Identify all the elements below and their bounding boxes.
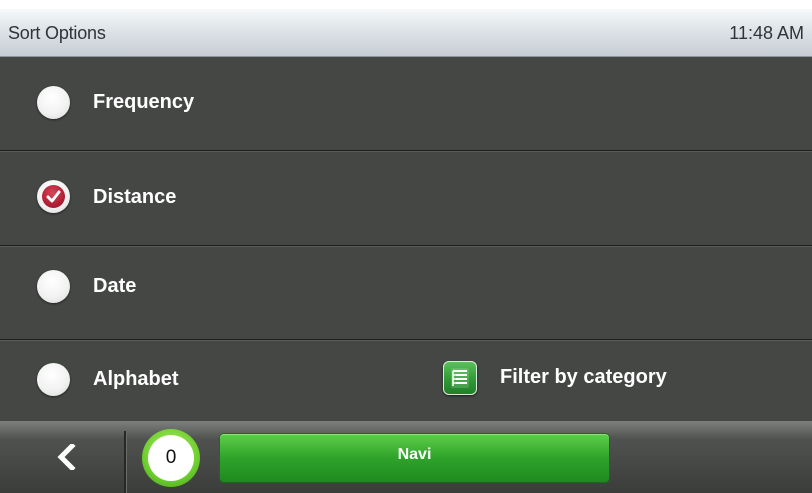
back-button[interactable] — [40, 429, 100, 485]
bottom-bar: 0 Navi — [0, 421, 812, 493]
filter-by-category-button[interactable]: Filter by category — [443, 361, 743, 421]
option-date[interactable]: Date — [0, 246, 812, 340]
counter-value: 0 — [148, 435, 194, 481]
option-label: Distance — [93, 186, 177, 208]
option-label: Frequency — [93, 91, 195, 113]
sort-options-list: Frequency Distance Date Alphabet Filter … — [0, 57, 812, 421]
option-alphabet-row: Alphabet Filter by category — [0, 341, 812, 421]
radio-button-icon[interactable] — [37, 363, 70, 396]
option-frequency[interactable]: Frequency — [0, 57, 812, 151]
navi-button[interactable]: Navi — [220, 434, 609, 482]
navi-label: Navi — [397, 446, 432, 463]
sort-options-screen: Sort Options 11:48 AM Frequency Distance… — [0, 0, 812, 493]
clock: 11:48 AM — [729, 23, 804, 43]
radio-button-icon[interactable] — [37, 86, 70, 119]
radio-checked-icon[interactable] — [37, 180, 70, 213]
option-label[interactable]: Alphabet — [93, 368, 179, 391]
option-label: Date — [93, 275, 137, 297]
bottom-bar-divider — [124, 431, 126, 493]
filter-by-category-label: Filter by category — [500, 366, 667, 388]
chevron-left-icon — [57, 444, 76, 470]
option-distance[interactable]: Distance — [0, 152, 812, 246]
page-title: Sort Options — [8, 23, 106, 43]
counter-badge[interactable]: 0 — [142, 429, 200, 487]
category-list-icon — [443, 361, 477, 395]
checkmark-icon — [42, 185, 65, 208]
header-bar: Sort Options 11:48 AM — [0, 9, 812, 57]
radio-button-icon[interactable] — [37, 270, 70, 303]
